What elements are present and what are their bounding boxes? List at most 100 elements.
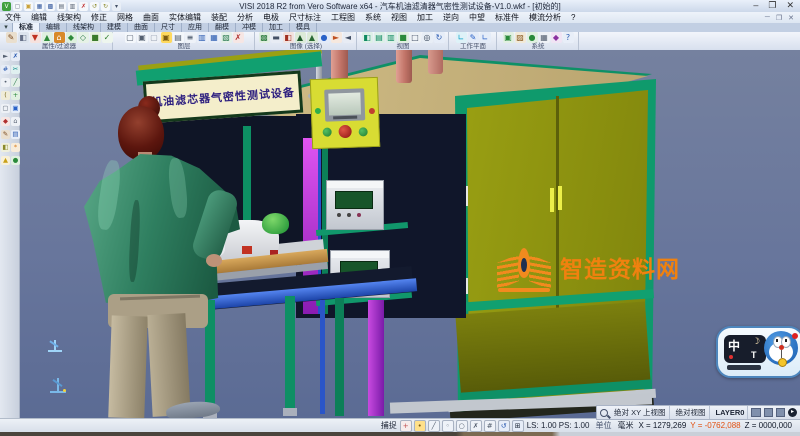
ribbon-tab[interactable]: 尺寸: [155, 23, 182, 32]
layer-list-icon[interactable]: ≡: [185, 32, 196, 43]
ime-lang-char[interactable]: 中: [728, 337, 740, 354]
maximize-button[interactable]: ❐: [768, 0, 776, 11]
snap-intersect-icon[interactable]: ✗: [470, 420, 482, 432]
system-window-icon[interactable]: ▣: [503, 32, 514, 43]
doc-control[interactable]: ✕: [788, 14, 794, 22]
ribbon-tab[interactable]: 应用: [182, 23, 209, 32]
select-previous-icon[interactable]: ◄: [343, 32, 354, 43]
units-value[interactable]: 毫米: [617, 420, 633, 431]
view-top-icon[interactable]: ▤: [374, 32, 385, 43]
menu-item[interactable]: 线架构: [52, 12, 86, 23]
menu-item[interactable]: 修正: [86, 12, 112, 23]
snap-mid-icon[interactable]: ◦: [442, 420, 454, 432]
filter-red-icon[interactable]: ▼: [30, 32, 41, 43]
menu-item[interactable]: 装配: [206, 12, 232, 23]
tabstrip-overflow-button[interactable]: ▾: [0, 23, 13, 32]
erase-icon[interactable]: ✗: [11, 52, 20, 61]
color-swatch[interactable]: [776, 408, 785, 417]
snap-grid-icon[interactable]: #: [484, 420, 496, 432]
redo-icon[interactable]: ↻: [101, 2, 110, 11]
view-iso-icon[interactable]: ◧: [362, 32, 373, 43]
select-box-icon[interactable]: ▬: [271, 32, 282, 43]
doc-control[interactable]: ─: [765, 14, 770, 22]
menu-item[interactable]: 标准件: [490, 12, 524, 23]
layer-doc-icon[interactable]: ▥: [197, 32, 208, 43]
new-file-icon[interactable]: ▢: [13, 2, 22, 11]
layer-copy-icon[interactable]: ▦: [209, 32, 220, 43]
grid-snap-icon[interactable]: #: [1, 65, 10, 74]
menu-item[interactable]: 工程图: [326, 12, 360, 23]
system-help-icon[interactable]: ?: [563, 32, 574, 43]
ribbon-tab[interactable]: 曲面: [128, 23, 155, 32]
system-world-icon[interactable]: ●: [527, 32, 538, 43]
fill-tool-icon[interactable]: ▣: [11, 104, 20, 113]
system-image-icon[interactable]: ▨: [515, 32, 526, 43]
menu-item[interactable]: 文件: [0, 12, 26, 23]
ribbon-tab[interactable]: 线架构: [67, 23, 101, 32]
ime-doraemon-widget[interactable]: 中 ☽ T: [716, 326, 800, 378]
layer-new-icon[interactable]: ▢: [125, 32, 136, 43]
menu-item[interactable]: 电极: [258, 12, 284, 23]
menu-item[interactable]: 加工: [412, 12, 438, 23]
close-button[interactable]: ✕: [786, 0, 794, 11]
home-view-icon[interactable]: ⌂: [11, 117, 20, 126]
active-layer-button[interactable]: LAYER0: [713, 406, 749, 419]
menu-item[interactable]: 曲面: [138, 12, 164, 23]
print-icon[interactable]: ▤: [57, 2, 66, 11]
select-invert-icon[interactable]: ◧: [283, 32, 294, 43]
copy-icon[interactable]: ▥: [68, 2, 77, 11]
view-mode-button[interactable]: 绝对 XY 上视图: [611, 406, 670, 419]
system-macro-icon[interactable]: ◆: [551, 32, 562, 43]
filter-edge-icon[interactable]: ◇: [78, 32, 89, 43]
ribbon-tab[interactable]: 模具: [290, 23, 317, 32]
menu-item[interactable]: 网格: [112, 12, 138, 23]
ribbon-tab[interactable]: 标准: [13, 23, 40, 32]
visi-logo-icon[interactable]: V: [2, 2, 11, 11]
attribute-style-icon[interactable]: ◧: [18, 32, 29, 43]
snap-free-icon[interactable]: +: [400, 420, 412, 432]
ribbon-tab[interactable]: 加工: [263, 23, 290, 32]
layer-delete-icon[interactable]: ✗: [233, 32, 244, 43]
attribute-pen-icon[interactable]: ✎: [6, 32, 17, 43]
menu-item[interactable]: 实体编辑: [164, 12, 206, 23]
workplane-edit-icon[interactable]: ✎: [468, 32, 479, 43]
dot-tool-icon[interactable]: ●: [11, 156, 20, 165]
filter-home-icon[interactable]: ⌂: [54, 32, 65, 43]
view-ref-button[interactable]: 绝对视图: [673, 406, 710, 419]
select-tree-icon[interactable]: ▲: [295, 32, 306, 43]
qat-more-icon[interactable]: ▾: [112, 2, 121, 11]
menu-item[interactable]: 编辑: [26, 12, 52, 23]
menu-item[interactable]: 逆向: [438, 12, 464, 23]
ribbon-tab[interactable]: 冲模: [236, 23, 263, 32]
view-rotate-icon[interactable]: ↻: [434, 32, 445, 43]
minimize-button[interactable]: –: [753, 0, 758, 11]
layer-merge-icon[interactable]: ▧: [221, 32, 232, 43]
line-tool-icon[interactable]: ╱: [11, 78, 20, 87]
solid-tool-icon[interactable]: ◧: [1, 143, 10, 152]
menu-item[interactable]: 系统: [360, 12, 386, 23]
trim-scissors-icon[interactable]: ✂: [11, 65, 20, 74]
ribbon-tab[interactable]: 建模: [101, 23, 128, 32]
sheet-tool-icon[interactable]: ▤: [11, 130, 20, 139]
layer-hide-icon[interactable]: ▢: [149, 32, 160, 43]
magnifier-icon[interactable]: [600, 409, 608, 417]
snap-center-icon[interactable]: ○: [456, 420, 468, 432]
ime-moon-icon[interactable]: ☽: [752, 336, 760, 347]
menu-item[interactable]: 尺寸标注: [284, 12, 326, 23]
menu-item[interactable]: 中望: [464, 12, 490, 23]
system-table-icon[interactable]: ▦: [539, 32, 550, 43]
workplane-standard-icon[interactable]: ∟: [456, 32, 467, 43]
filter-solid-icon[interactable]: ■: [90, 32, 101, 43]
filter-face-icon[interactable]: ◆: [66, 32, 77, 43]
diamond-tool-icon[interactable]: ◆: [1, 117, 10, 126]
open-file-icon[interactable]: ▣: [24, 2, 33, 11]
view-refresh-icon[interactable]: ↺: [498, 420, 510, 432]
snap-point-icon[interactable]: •: [414, 420, 426, 432]
plus-tool-icon[interactable]: +: [11, 91, 20, 100]
workplane-3point-icon[interactable]: ∟: [480, 32, 491, 43]
point-tool-icon[interactable]: •: [1, 78, 10, 87]
doc-control[interactable]: ❐: [776, 14, 782, 22]
arc-tool-icon[interactable]: (: [1, 91, 10, 100]
color-swatch[interactable]: [751, 408, 760, 417]
layer-current-icon[interactable]: ▣: [161, 32, 172, 43]
